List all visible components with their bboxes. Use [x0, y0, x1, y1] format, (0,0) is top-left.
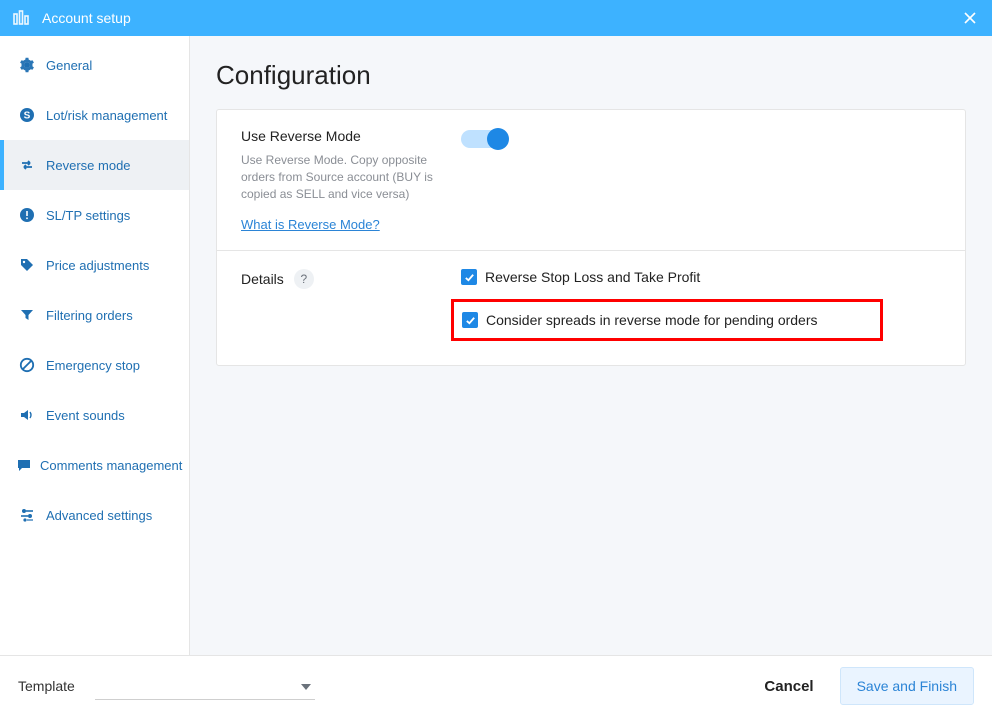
template-select[interactable]	[95, 672, 315, 700]
reverse-icon	[16, 154, 38, 176]
checkbox-label: Consider spreads in reverse mode for pen…	[486, 312, 818, 328]
reverse-mode-toggle-wrap	[461, 128, 941, 148]
checkbox-label: Reverse Stop Loss and Take Profit	[485, 269, 700, 285]
save-and-finish-button[interactable]: Save and Finish	[840, 667, 974, 705]
gear-icon	[16, 54, 38, 76]
sidebar: General S Lot/risk management Reverse mo…	[0, 36, 190, 655]
sidebar-item-label: Reverse mode	[46, 158, 177, 173]
sidebar-item-label: Filtering orders	[46, 308, 177, 323]
svg-text:S: S	[24, 111, 31, 122]
sidebar-item-label: Emergency stop	[46, 358, 177, 373]
reverse-mode-help-link[interactable]: What is Reverse Mode?	[241, 217, 380, 232]
volume-icon	[16, 404, 38, 426]
cancel-button[interactable]: Cancel	[764, 678, 813, 695]
sidebar-item-filtering[interactable]: Filtering orders	[0, 290, 189, 340]
sidebar-item-label: Event sounds	[46, 408, 177, 423]
sidebar-item-price-adjustments[interactable]: Price adjustments	[0, 240, 189, 290]
sidebar-item-event-sounds[interactable]: Event sounds	[0, 390, 189, 440]
app-icon	[10, 7, 32, 29]
config-card: Use Reverse Mode Use Reverse Mode. Copy …	[216, 109, 966, 366]
footer: Template Cancel Save and Finish	[0, 656, 992, 716]
sidebar-item-label: General	[46, 58, 177, 73]
reverse-mode-toggle[interactable]	[461, 130, 507, 148]
checkbox-row-consider-spreads[interactable]: Consider spreads in reverse mode for pen…	[451, 299, 883, 341]
details-label-wrap: Details ?	[241, 269, 461, 289]
checkbox-row-reverse-sltp[interactable]: Reverse Stop Loss and Take Profit	[461, 269, 941, 285]
page-title: Configuration	[216, 60, 966, 91]
reverse-mode-title: Use Reverse Mode	[241, 128, 445, 144]
sidebar-item-label: Lot/risk management	[46, 108, 177, 123]
help-icon[interactable]: ?	[294, 269, 314, 289]
sidebar-item-general[interactable]: General	[0, 40, 189, 90]
details-body: Reverse Stop Loss and Take Profit Consid…	[461, 269, 941, 341]
details-section: Details ? Reverse Stop Loss and Take Pro…	[217, 251, 965, 365]
sidebar-item-sltp[interactable]: SL/TP settings	[0, 190, 189, 240]
sidebar-item-label: Comments management	[40, 458, 182, 473]
funnel-icon	[16, 304, 38, 326]
alert-icon	[16, 204, 38, 226]
chevron-down-icon	[301, 677, 311, 695]
checkbox-checked-icon	[461, 269, 477, 285]
close-icon[interactable]	[958, 6, 982, 30]
reverse-mode-section: Use Reverse Mode Use Reverse Mode. Copy …	[217, 110, 965, 250]
sliders-icon	[16, 504, 38, 526]
checkbox-checked-icon	[462, 312, 478, 328]
sidebar-item-label: SL/TP settings	[46, 208, 177, 223]
sidebar-item-comments[interactable]: Comments management	[0, 440, 189, 490]
main-area: General S Lot/risk management Reverse mo…	[0, 36, 992, 656]
sidebar-item-reverse-mode[interactable]: Reverse mode	[0, 140, 189, 190]
sidebar-item-emergency-stop[interactable]: Emergency stop	[0, 340, 189, 390]
tag-icon	[16, 254, 38, 276]
sidebar-item-advanced[interactable]: Advanced settings	[0, 490, 189, 540]
titlebar: Account setup	[0, 0, 992, 36]
content: Configuration Use Reverse Mode Use Rever…	[190, 36, 992, 655]
noentry-icon	[16, 354, 38, 376]
sidebar-item-lot-risk[interactable]: S Lot/risk management	[0, 90, 189, 140]
comment-icon	[16, 454, 32, 476]
details-label: Details	[241, 271, 284, 287]
sidebar-item-label: Price adjustments	[46, 258, 177, 273]
window-title: Account setup	[42, 10, 131, 26]
reverse-mode-description: Use Reverse Mode. Copy opposite orders f…	[241, 152, 445, 202]
dollar-icon: S	[16, 104, 38, 126]
reverse-mode-text: Use Reverse Mode Use Reverse Mode. Copy …	[241, 128, 461, 234]
sidebar-item-label: Advanced settings	[46, 508, 177, 523]
template-label: Template	[18, 678, 75, 694]
